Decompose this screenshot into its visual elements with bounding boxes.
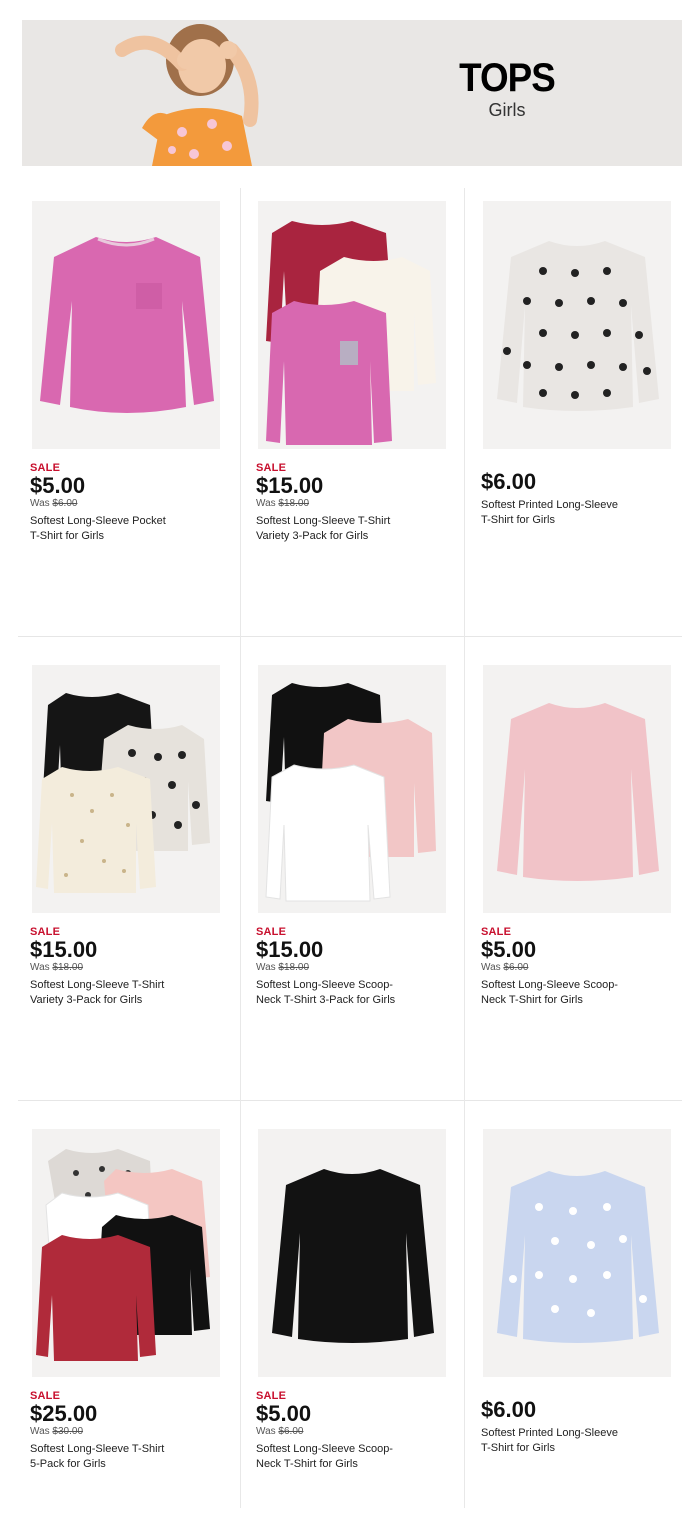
product-info: SALE $5.00 Was $6.00 Softest Long-Sleeve… bbox=[30, 462, 230, 544]
product-price: $15.00 bbox=[256, 473, 324, 498]
product-price: $5.00 bbox=[481, 937, 537, 962]
product-price: $6.00 bbox=[481, 469, 537, 494]
product-info: SALE $5.00 Was $6.00 Softest Long-Sleeve… bbox=[256, 1390, 456, 1472]
banner-subtitle: Girls bbox=[488, 100, 526, 120]
product-card[interactable]: SALE $5.00 Was $6.00 Softest Long-Sleeve… bbox=[469, 652, 689, 1072]
product-card[interactable]: SALE $5.00 Was $6.00 Softest Long-Sleeve… bbox=[18, 188, 238, 608]
product-title[interactable]: Softest Long-Sleeve T-Shirt Variety 3-Pa… bbox=[30, 978, 230, 1008]
product-card[interactable]: SALE $5.00 Was $6.00 Softest Long-Sleeve… bbox=[244, 1116, 464, 1518]
product-title[interactable]: Softest Long-Sleeve Scoop- Neck T-Shirt … bbox=[256, 1442, 456, 1472]
banner-text: TOPS Girls bbox=[402, 58, 612, 120]
product-title[interactable]: Softest Printed Long-Sleeve T-Shirt for … bbox=[481, 1426, 681, 1456]
banner-model-photo bbox=[115, 24, 259, 166]
product-image[interactable] bbox=[258, 201, 446, 449]
row-divider bbox=[18, 636, 682, 637]
product-card[interactable]: SALE $25.00 Was $30.00 Softest Long-Slee… bbox=[18, 1116, 238, 1518]
product-image[interactable] bbox=[483, 1129, 671, 1377]
product-title[interactable]: Softest Long-Sleeve Scoop- Neck T-Shirt … bbox=[256, 978, 456, 1008]
original-price: Was $18.00 bbox=[256, 498, 310, 509]
product-info: $6.00 Softest Printed Long-Sleeve T-Shir… bbox=[481, 1390, 681, 1456]
product-card[interactable]: $6.00 Softest Printed Long-Sleeve T-Shir… bbox=[469, 188, 689, 608]
product-price: $5.00 bbox=[256, 1401, 312, 1426]
product-image[interactable] bbox=[32, 1129, 220, 1377]
product-row: SALE $15.00 Was $18.00 Softest Long-Slee… bbox=[18, 652, 682, 1092]
product-price: $5.00 bbox=[30, 473, 86, 498]
product-info: SALE $15.00 Was $18.00 Softest Long-Slee… bbox=[256, 926, 456, 1008]
product-card[interactable]: $6.00 Softest Printed Long-Sleeve T-Shir… bbox=[469, 1116, 689, 1518]
product-image[interactable] bbox=[32, 201, 220, 449]
product-title[interactable]: Softest Long-Sleeve T-Shirt Variety 3-Pa… bbox=[256, 514, 456, 544]
product-card[interactable]: SALE $15.00 Was $18.00 Softest Long-Slee… bbox=[244, 188, 464, 608]
original-price: Was $18.00 bbox=[256, 962, 310, 973]
product-price: $25.00 bbox=[30, 1401, 98, 1426]
product-image[interactable] bbox=[258, 1129, 446, 1377]
product-info: SALE $15.00 Was $18.00 Softest Long-Slee… bbox=[30, 926, 230, 1008]
original-price: Was $30.00 bbox=[30, 1426, 84, 1437]
original-price: Was $18.00 bbox=[30, 962, 84, 973]
banner-title: TOPS bbox=[459, 56, 556, 100]
product-info: SALE $15.00 Was $18.00 Softest Long-Slee… bbox=[256, 462, 456, 544]
product-price: $15.00 bbox=[30, 937, 98, 962]
product-row: SALE $5.00 Was $6.00 Softest Long-Sleeve… bbox=[18, 188, 682, 628]
product-title[interactable]: Softest Printed Long-Sleeve T-Shirt for … bbox=[481, 498, 681, 528]
product-card[interactable]: SALE $15.00 Was $18.00 Softest Long-Slee… bbox=[244, 652, 464, 1072]
product-info: SALE $5.00 Was $6.00 Softest Long-Sleeve… bbox=[481, 926, 681, 1008]
product-price: $6.00 bbox=[481, 1397, 537, 1422]
product-image[interactable] bbox=[483, 665, 671, 913]
row-divider bbox=[18, 1100, 682, 1101]
product-info: SALE $25.00 Was $30.00 Softest Long-Slee… bbox=[30, 1390, 230, 1472]
product-image[interactable] bbox=[258, 665, 446, 913]
product-row: SALE $25.00 Was $30.00 Softest Long-Slee… bbox=[18, 1116, 682, 1518]
original-price: Was $6.00 bbox=[30, 498, 78, 509]
product-card[interactable]: SALE $15.00 Was $18.00 Softest Long-Slee… bbox=[18, 652, 238, 1072]
product-title[interactable]: Softest Long-Sleeve Pocket T-Shirt for G… bbox=[30, 514, 230, 544]
product-info: $6.00 Softest Printed Long-Sleeve T-Shir… bbox=[481, 462, 681, 528]
product-price: $15.00 bbox=[256, 937, 324, 962]
category-banner: TOPS Girls bbox=[22, 20, 682, 166]
original-price: Was $6.00 bbox=[481, 962, 529, 973]
original-price: Was $6.00 bbox=[256, 1426, 304, 1437]
product-image[interactable] bbox=[483, 201, 671, 449]
product-title[interactable]: Softest Long-Sleeve T-Shirt 5-Pack for G… bbox=[30, 1442, 230, 1472]
product-title[interactable]: Softest Long-Sleeve Scoop- Neck T-Shirt … bbox=[481, 978, 681, 1008]
product-image[interactable] bbox=[32, 665, 220, 913]
